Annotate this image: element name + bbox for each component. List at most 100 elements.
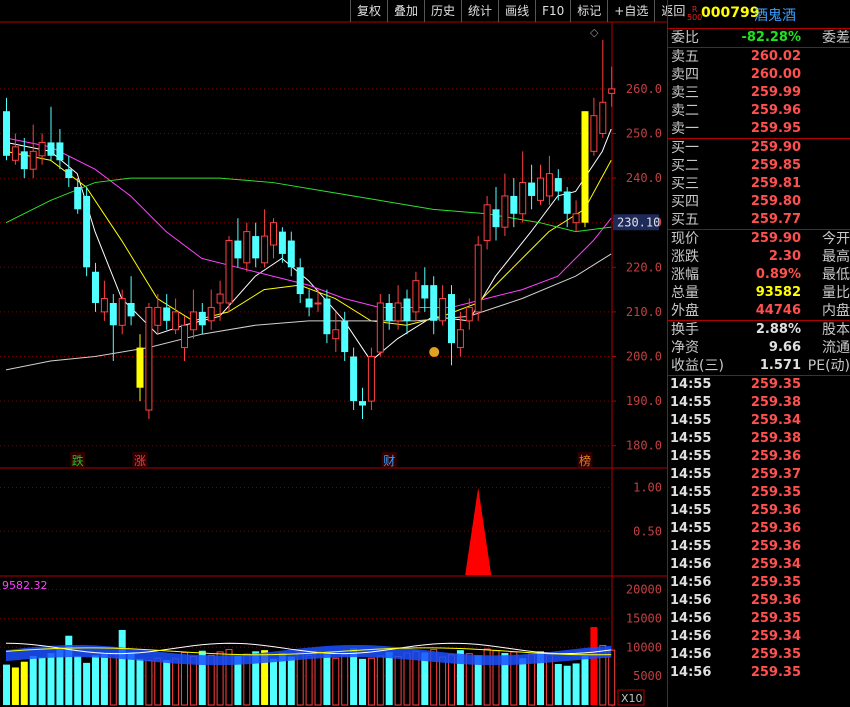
- ask-row: 卖五 260.02: [668, 48, 850, 66]
- tick-row: 14:55 259.34: [668, 412, 850, 430]
- candle-body: [341, 320, 349, 353]
- bid-row-label: 买一: [671, 140, 699, 156]
- stat-row: 涨幅 0.89% 最低: [668, 266, 850, 284]
- ask-row-value: 259.95: [750, 121, 801, 136]
- fin-row-right-label: PE(动): [807, 358, 850, 374]
- toolbar-button[interactable]: 统计: [461, 0, 498, 22]
- weibi-label: 委比: [671, 30, 699, 46]
- y-tick-label: 0.50: [633, 524, 662, 538]
- volume-bar: [11, 667, 19, 705]
- tick-price: 259.35: [750, 611, 801, 626]
- tick-row: 14:56 259.34: [668, 628, 850, 646]
- bid-row: 买二 259.85: [668, 157, 850, 175]
- ask-row: 卖三 259.99: [668, 84, 850, 102]
- volume-bar: [367, 657, 375, 706]
- candle-body: [243, 231, 251, 264]
- tick-time: 14:55: [670, 467, 712, 482]
- candle-body: [385, 302, 393, 321]
- bid-row: 买一 259.90: [668, 139, 850, 157]
- candle-body: [261, 235, 269, 264]
- candle-body: [545, 173, 553, 197]
- candle-body: [359, 401, 366, 406]
- ask-row: 卖四 260.00: [668, 66, 850, 84]
- stat-row: 外盘 44746 内盘: [668, 302, 850, 320]
- candle-body: [11, 146, 19, 161]
- stat-row-right-label: 今开: [822, 231, 850, 247]
- candle-body: [456, 329, 464, 349]
- fin-row-label: 净资: [671, 340, 699, 356]
- toolbar-button[interactable]: +自选: [607, 0, 654, 22]
- tick-price: 259.34: [750, 629, 801, 644]
- candle-body: [554, 178, 562, 192]
- signal-spike: [465, 487, 492, 575]
- volume-bar: [163, 659, 171, 705]
- fin-row: 换手 2.88% 股本: [668, 321, 850, 339]
- ma-line: [5, 128, 612, 362]
- stock-name[interactable]: 酒鬼酒: [754, 5, 796, 25]
- volume-bar: [145, 660, 153, 706]
- candle-body: [367, 356, 375, 402]
- tick-time: 14:56: [670, 593, 712, 608]
- candle-body: [483, 204, 491, 242]
- toolbar-button[interactable]: 画线: [498, 0, 535, 22]
- volume-bar: [332, 657, 340, 706]
- fin-row-label: 换手: [671, 322, 699, 338]
- tick-price: 259.36: [750, 521, 801, 536]
- tick-time: 14:55: [670, 377, 712, 392]
- candle-body: [590, 115, 598, 152]
- toolbar-button[interactable]: 叠加: [387, 0, 424, 22]
- candle-body: [314, 302, 322, 305]
- candle-body: [394, 302, 402, 322]
- money-bag-icon: [429, 347, 440, 358]
- fin-row-right-label: 股本: [822, 322, 850, 338]
- event-marker: 涨: [134, 453, 146, 468]
- tick-time: 14:56: [670, 575, 712, 590]
- volume-bar: [47, 653, 55, 705]
- tick-row: 14:55 259.35: [668, 376, 850, 394]
- volume-bar: [376, 655, 384, 706]
- toolbar-button[interactable]: 标记: [570, 0, 607, 22]
- toolbar-button[interactable]: 复权: [350, 0, 387, 22]
- toolbar-button[interactable]: 历史: [424, 0, 461, 22]
- candle-body: [572, 213, 580, 224]
- stat-row-value: 0.89%: [755, 267, 801, 282]
- ask-row-value: 260.00: [750, 67, 801, 82]
- candle-body: [234, 240, 242, 259]
- ask-row-label: 卖五: [671, 49, 699, 65]
- y-tick-label: 15000: [626, 611, 662, 625]
- tick-time: 14:56: [670, 611, 712, 626]
- y-tick-label: 180.0: [626, 439, 662, 453]
- candle-body: [599, 101, 607, 134]
- stat-row-label: 总量: [671, 285, 699, 301]
- fin-row-value: 2.88%: [755, 322, 801, 337]
- volume-bar: [83, 662, 91, 705]
- candle-body: [537, 177, 544, 201]
- ask-row-label: 卖四: [671, 67, 699, 83]
- candle-body: [225, 240, 233, 304]
- bid-row: 买三 259.81: [668, 175, 850, 193]
- tick-row: 14:56 259.35: [668, 610, 850, 628]
- chart-area[interactable]: 260.0250.0240.0230.0220.0210.0200.0190.0…: [0, 0, 667, 707]
- candle-body: [127, 302, 135, 317]
- bid-row: 买四 259.80: [668, 193, 850, 211]
- candle-body: [47, 142, 55, 156]
- stat-row: 现价 259.90 今开: [668, 230, 850, 248]
- bid-levels: 买一 259.90 买二 259.85 买三 259.81 买四 259.80 买五 259.77: [668, 138, 850, 229]
- toolbar-button[interactable]: F10: [535, 0, 570, 22]
- candle-body: [172, 311, 180, 331]
- tick-list[interactable]: 14:55 259.35 14:55 259.38 14:55 259.34 14:55 25…: [668, 375, 850, 682]
- volume-bar: [439, 656, 447, 706]
- tick-price: 259.35: [750, 485, 801, 500]
- tick-row: 14:55 259.35: [668, 484, 850, 502]
- ask-row-value: 260.02: [750, 49, 801, 64]
- stat-row-label: 涨跌: [671, 249, 699, 265]
- y-tick-label: 1.00: [633, 481, 662, 495]
- ask-row-value: 259.96: [750, 103, 801, 118]
- candle-body: [145, 306, 153, 411]
- stat-row-right-label: 量比: [822, 285, 850, 301]
- candle-body: [296, 267, 304, 295]
- stat-row-value: 2.30: [768, 249, 801, 264]
- event-marker: 榜: [579, 453, 591, 468]
- tick-price: 259.37: [750, 467, 801, 482]
- candle-body: [56, 142, 64, 161]
